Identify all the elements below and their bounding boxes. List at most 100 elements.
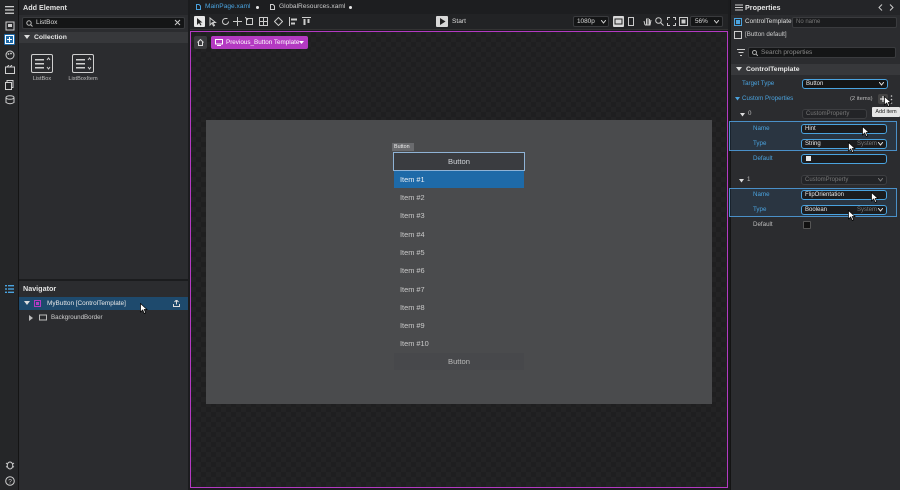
controltemplate-section-header[interactable]: ControlTemplate xyxy=(731,64,900,75)
list-item[interactable]: Item #3 xyxy=(394,207,524,224)
chevron-down-icon[interactable] xyxy=(740,113,745,117)
tab-mainpage[interactable]: MainPage.xaml xyxy=(194,0,264,14)
list-item[interactable]: Item #7 xyxy=(394,281,524,298)
expand-right-icon[interactable] xyxy=(29,315,34,321)
home-button[interactable] xyxy=(194,36,207,49)
project-icon[interactable] xyxy=(4,20,15,31)
default-checkbox[interactable] xyxy=(803,221,811,229)
type-value: String xyxy=(805,141,821,147)
tree-row-label: BackgroundBorder xyxy=(51,314,103,321)
align-left-icon[interactable] xyxy=(289,17,298,26)
transform-icon[interactable] xyxy=(245,17,254,26)
preview-button-bottom[interactable]: Button xyxy=(394,353,524,370)
move-icon[interactable] xyxy=(233,17,242,26)
type-namespace: System xyxy=(857,207,878,213)
default-value-input[interactable] xyxy=(801,154,887,164)
entry-kind-select[interactable]: CustomProperty xyxy=(802,109,867,119)
type-select[interactable]: Boolean System xyxy=(801,205,887,215)
palette-icon[interactable] xyxy=(4,49,15,60)
list-item[interactable]: Item #1 xyxy=(394,171,524,188)
actual-size-icon[interactable] xyxy=(679,17,688,26)
zoom-icon[interactable] xyxy=(655,17,664,26)
chevron-down-icon xyxy=(879,82,884,86)
navigator-panel: Navigator MyButton [ControlTemplate] Bac… xyxy=(19,279,188,490)
device-frame-icon[interactable] xyxy=(613,16,624,27)
preview-button-top[interactable]: Button xyxy=(393,152,525,171)
list-item[interactable]: Item #4 xyxy=(394,226,524,243)
element-tile-listbox[interactable]: ListBox xyxy=(29,54,55,82)
chevron-down-icon[interactable] xyxy=(735,97,740,101)
section-label: ControlTemplate xyxy=(746,66,800,73)
element-name-input[interactable]: No name xyxy=(792,17,897,28)
border-icon xyxy=(39,314,47,321)
debug-icon[interactable] xyxy=(4,459,15,470)
chevron-left-icon[interactable] xyxy=(878,4,883,11)
start-label[interactable]: Start xyxy=(452,14,466,30)
list-item[interactable]: Item #6 xyxy=(394,262,524,279)
resources-icon[interactable] xyxy=(4,79,15,90)
clear-search-icon[interactable] xyxy=(174,19,181,26)
file-icon xyxy=(196,4,201,10)
svg-text:?: ? xyxy=(8,478,12,485)
chevron-right-icon[interactable] xyxy=(889,4,894,11)
tree-row-mybutton[interactable]: MyButton [ControlTemplate] xyxy=(19,297,188,310)
element-tile-label: ListBoxItem xyxy=(68,76,98,82)
name-input[interactable]: Hint xyxy=(801,124,887,134)
fit-screen-icon[interactable] xyxy=(667,17,676,26)
entry-kind-value: CustomProperty xyxy=(806,111,850,117)
type-select[interactable]: String System xyxy=(801,139,887,149)
select-tool-icon[interactable] xyxy=(194,16,205,27)
type-namespace: System xyxy=(857,141,878,147)
chevron-down-icon xyxy=(714,20,719,24)
portrait-icon[interactable] xyxy=(627,17,635,26)
custom-properties-count: (2 items) xyxy=(850,96,873,102)
resolution-select[interactable]: 1080p xyxy=(573,16,609,27)
brush-icon[interactable] xyxy=(274,17,283,26)
help-icon[interactable]: ? xyxy=(4,475,15,486)
list-item[interactable]: Item #8 xyxy=(394,299,524,316)
start-icon[interactable] xyxy=(436,16,448,27)
list-item[interactable]: Item #10 xyxy=(394,335,524,352)
property-search-input[interactable]: Search properties xyxy=(748,47,896,58)
type-value: Boolean xyxy=(805,207,828,213)
tree-row-backgroundborder[interactable]: BackgroundBorder xyxy=(19,311,188,324)
media-icon[interactable] xyxy=(4,64,15,75)
list-item[interactable]: Item #9 xyxy=(394,317,524,334)
name-value: FlipOrientation xyxy=(805,192,845,198)
button-adorner-tag: Button xyxy=(392,143,414,151)
list-item[interactable]: Item #2 xyxy=(394,189,524,206)
add-element-panel: Add Element ListBox Collection ListBox L… xyxy=(19,0,188,490)
entry-index: 1 xyxy=(747,176,751,183)
entry-kind-select[interactable]: CustomProperty xyxy=(801,175,887,185)
direct-select-icon[interactable] xyxy=(209,17,217,27)
element-tile-listboxitem[interactable]: ListBoxItem xyxy=(65,54,101,82)
mouse-cursor-icon xyxy=(884,96,892,107)
export-icon[interactable] xyxy=(173,300,180,307)
data-icon[interactable] xyxy=(4,94,15,105)
menu-icon[interactable] xyxy=(4,4,15,15)
target-type-value: Button xyxy=(806,81,824,87)
collection-label: Collection xyxy=(34,34,67,41)
zoom-value: 56% xyxy=(695,18,708,25)
chevron-down-icon[interactable] xyxy=(739,179,744,183)
listbox-icon xyxy=(31,54,53,73)
add-element-icon[interactable] xyxy=(4,34,15,45)
custom-properties-label: Custom Properties xyxy=(742,95,794,102)
activity-bar: ? xyxy=(0,0,19,490)
filter-icon[interactable] xyxy=(737,49,745,56)
tab-label: GlobalResources.xaml xyxy=(279,3,346,10)
list-item[interactable]: Item #5 xyxy=(394,244,524,261)
hand-icon[interactable] xyxy=(643,17,652,26)
target-type-select[interactable]: Button xyxy=(802,79,888,89)
navigator-icon[interactable] xyxy=(4,283,15,294)
expand-down-icon[interactable] xyxy=(24,301,30,306)
align-top-icon[interactable] xyxy=(302,17,311,26)
entry-kind-value: CustomProperty xyxy=(805,177,849,183)
rotate-icon[interactable] xyxy=(221,17,230,26)
grid-icon[interactable] xyxy=(259,17,268,26)
element-search-input[interactable]: ListBox xyxy=(22,17,185,29)
collection-section-header[interactable]: Collection xyxy=(19,32,188,43)
template-breadcrumb[interactable]: Previous_Button Template xyxy=(211,36,308,49)
zoom-select[interactable]: 56% xyxy=(690,16,723,27)
tab-globalresources[interactable]: GlobalResources.xaml xyxy=(268,0,358,14)
